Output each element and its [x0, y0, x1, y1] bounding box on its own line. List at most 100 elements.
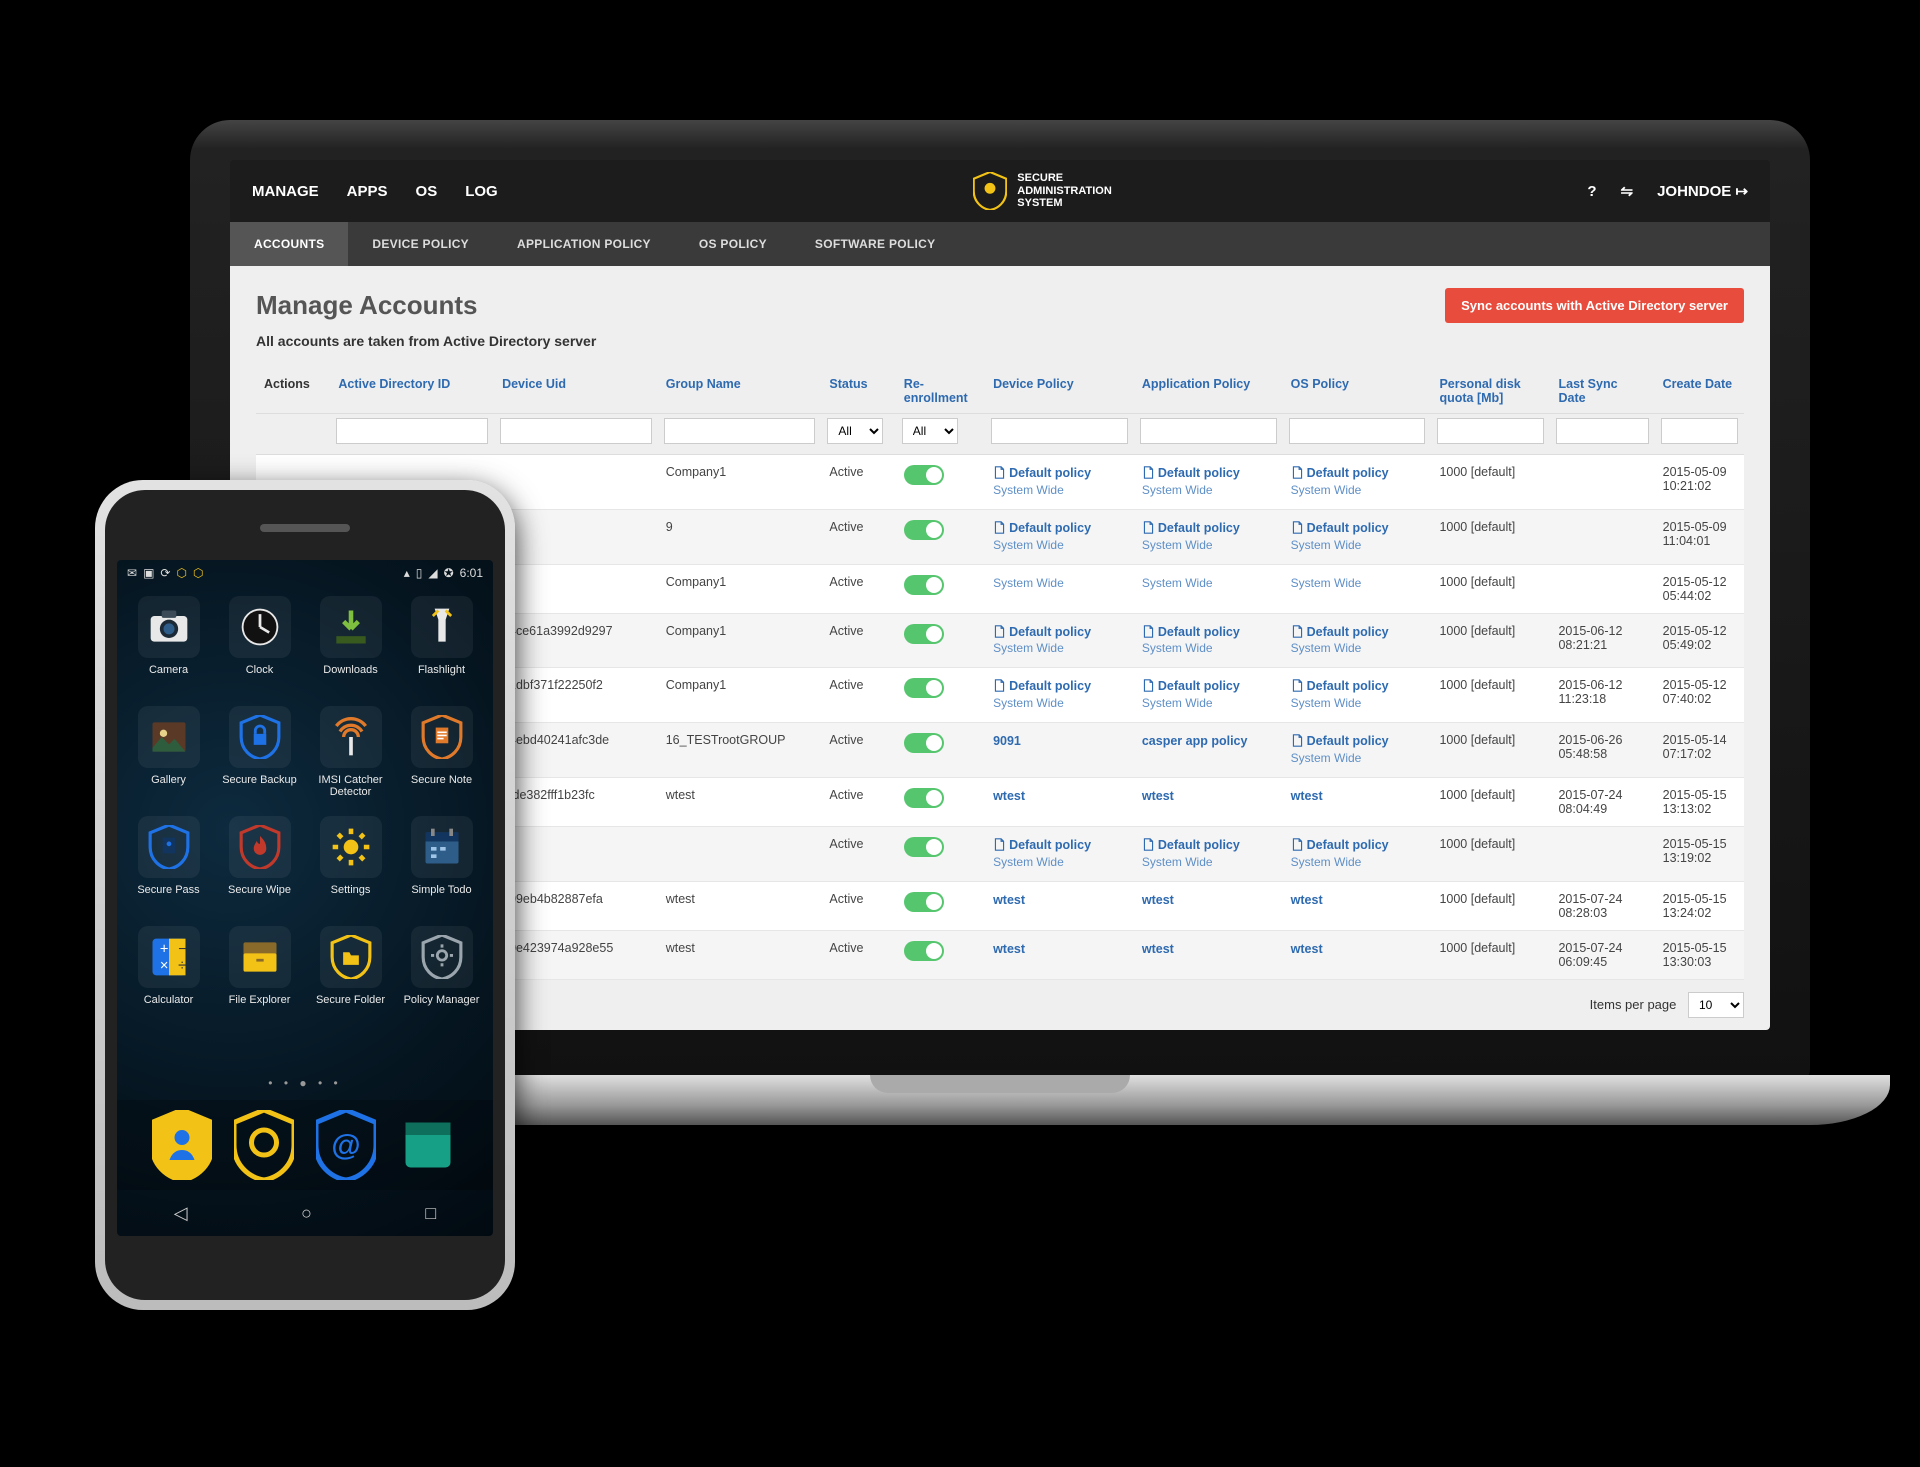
toggle-switch[interactable] — [904, 678, 944, 698]
cell-reenroll[interactable] — [896, 881, 985, 930]
logout-icon[interactable]: ↦ — [1735, 183, 1748, 200]
filter-devpolicy[interactable] — [991, 418, 1128, 444]
cell-reenroll[interactable] — [896, 826, 985, 881]
cell-devpolicy[interactable]: Default policySystem Wide — [985, 509, 1134, 564]
cell-apppolicy[interactable]: wtest — [1134, 777, 1283, 826]
app-gear[interactable]: Settings — [307, 816, 394, 920]
col-group[interactable]: Group Name — [658, 367, 822, 414]
cell-devpolicy[interactable]: Default policySystem Wide — [985, 455, 1134, 510]
nav-apps[interactable]: APPS — [347, 183, 388, 200]
app-gallery[interactable]: Gallery — [125, 706, 212, 810]
cell-ospolicy[interactable]: Default policySystem Wide — [1283, 668, 1432, 723]
app-download[interactable]: Downloads — [307, 596, 394, 700]
col-quota[interactable]: Personal disk quota [Mb] — [1431, 367, 1550, 414]
tab-device-policy[interactable]: DEVICE POLICY — [348, 222, 493, 266]
app-shield-fire[interactable]: Secure Wipe — [216, 816, 303, 920]
tab-software-policy[interactable]: SOFTWARE POLICY — [791, 222, 960, 266]
share-icon[interactable]: ⇋ — [1621, 182, 1634, 200]
cell-reenroll[interactable] — [896, 930, 985, 979]
toggle-switch[interactable] — [904, 733, 944, 753]
toggle-switch[interactable] — [904, 520, 944, 540]
cell-devpolicy[interactable]: Default policySystem Wide — [985, 668, 1134, 723]
help-icon[interactable]: ? — [1587, 183, 1596, 200]
cell-ospolicy[interactable]: Default policySystem Wide — [1283, 826, 1432, 881]
filter-reenroll[interactable]: All — [902, 418, 958, 444]
cell-ospolicy[interactable]: wtest — [1283, 777, 1432, 826]
tab-app-policy[interactable]: APPLICATION POLICY — [493, 222, 675, 266]
ipp-select[interactable]: 10 — [1688, 992, 1744, 1018]
dock-icon-3[interactable]: @ — [316, 1115, 376, 1175]
cell-reenroll[interactable] — [896, 613, 985, 668]
col-reenroll[interactable]: Re-enrollment — [896, 367, 985, 414]
nav-log[interactable]: LOG — [465, 183, 498, 200]
cell-apppolicy[interactable]: Default policySystem Wide — [1134, 455, 1283, 510]
toggle-switch[interactable] — [904, 892, 944, 912]
filter-device[interactable] — [500, 418, 652, 444]
cell-ospolicy[interactable]: Default policySystem Wide — [1283, 455, 1432, 510]
cell-reenroll[interactable] — [896, 509, 985, 564]
dock-icon-4[interactable] — [398, 1115, 458, 1175]
cell-ospolicy[interactable]: Default policySystem Wide — [1283, 613, 1432, 668]
filter-ospolicy[interactable] — [1289, 418, 1426, 444]
cell-apppolicy[interactable]: Default policySystem Wide — [1134, 826, 1283, 881]
filter-sync[interactable] — [1556, 418, 1648, 444]
filter-adid[interactable] — [336, 418, 488, 444]
recent-key[interactable]: □ — [425, 1203, 436, 1224]
cell-apppolicy[interactable]: Default policySystem Wide — [1134, 668, 1283, 723]
filter-status[interactable]: All — [827, 418, 883, 444]
nav-manage[interactable]: MANAGE — [252, 183, 319, 200]
sync-button[interactable]: Sync accounts with Active Directory serv… — [1445, 288, 1744, 323]
cell-devpolicy[interactable]: 9091 — [985, 723, 1134, 778]
col-apppolicy[interactable]: Application Policy — [1134, 367, 1283, 414]
filter-apppolicy[interactable] — [1140, 418, 1277, 444]
cell-ospolicy[interactable]: Default policySystem Wide — [1283, 723, 1432, 778]
app-antenna[interactable]: IMSI Catcher Detector — [307, 706, 394, 810]
cell-devpolicy[interactable]: Default policySystem Wide — [985, 826, 1134, 881]
cell-devpolicy[interactable]: wtest — [985, 777, 1134, 826]
cell-reenroll[interactable] — [896, 723, 985, 778]
cell-devpolicy[interactable]: System Wide — [985, 564, 1134, 613]
col-status[interactable]: Status — [821, 367, 895, 414]
cell-ospolicy[interactable]: Default policySystem Wide — [1283, 509, 1432, 564]
cell-apppolicy[interactable]: System Wide — [1134, 564, 1283, 613]
tab-accounts[interactable]: ACCOUNTS — [230, 222, 348, 266]
cell-reenroll[interactable] — [896, 564, 985, 613]
cell-apppolicy[interactable]: Default policySystem Wide — [1134, 509, 1283, 564]
app-flashlight[interactable]: Flashlight — [398, 596, 485, 700]
app-calc[interactable]: +−×÷Calculator — [125, 926, 212, 1030]
filter-created[interactable] — [1661, 418, 1738, 444]
col-devpolicy[interactable]: Device Policy — [985, 367, 1134, 414]
nav-os[interactable]: OS — [416, 183, 438, 200]
cell-ospolicy[interactable]: wtest — [1283, 881, 1432, 930]
col-created[interactable]: Create Date — [1655, 367, 1744, 414]
app-calendar[interactable]: Simple Todo — [398, 816, 485, 920]
toggle-switch[interactable] — [904, 465, 944, 485]
back-key[interactable]: ◁ — [174, 1203, 188, 1224]
cell-reenroll[interactable] — [896, 777, 985, 826]
toggle-switch[interactable] — [904, 575, 944, 595]
col-lastsync[interactable]: Last Sync Date — [1550, 367, 1654, 414]
toggle-switch[interactable] — [904, 624, 944, 644]
col-device[interactable]: Device Uid — [494, 367, 658, 414]
col-ospolicy[interactable]: OS Policy — [1283, 367, 1432, 414]
cell-apppolicy[interactable]: Default policySystem Wide — [1134, 613, 1283, 668]
cell-devpolicy[interactable]: wtest — [985, 881, 1134, 930]
cell-reenroll[interactable] — [896, 668, 985, 723]
cell-ospolicy[interactable]: wtest — [1283, 930, 1432, 979]
app-shield-lock[interactable]: Secure Backup — [216, 706, 303, 810]
toggle-switch[interactable] — [904, 837, 944, 857]
app-shield-gear[interactable]: Policy Manager — [398, 926, 485, 1030]
cell-apppolicy[interactable]: wtest — [1134, 881, 1283, 930]
dock-icon-2[interactable] — [234, 1115, 294, 1175]
col-adid[interactable]: Active Directory ID — [330, 367, 494, 414]
toggle-switch[interactable] — [904, 788, 944, 808]
dock-icon-1[interactable] — [152, 1115, 212, 1175]
cell-apppolicy[interactable]: casper app policy — [1134, 723, 1283, 778]
app-drawer[interactable]: File Explorer — [216, 926, 303, 1030]
app-shield-folder[interactable]: Secure Folder — [307, 926, 394, 1030]
toggle-switch[interactable] — [904, 941, 944, 961]
app-shield-key[interactable]: Secure Pass — [125, 816, 212, 920]
home-key[interactable]: ○ — [301, 1203, 312, 1224]
app-clock[interactable]: Clock — [216, 596, 303, 700]
tab-os-policy[interactable]: OS POLICY — [675, 222, 791, 266]
